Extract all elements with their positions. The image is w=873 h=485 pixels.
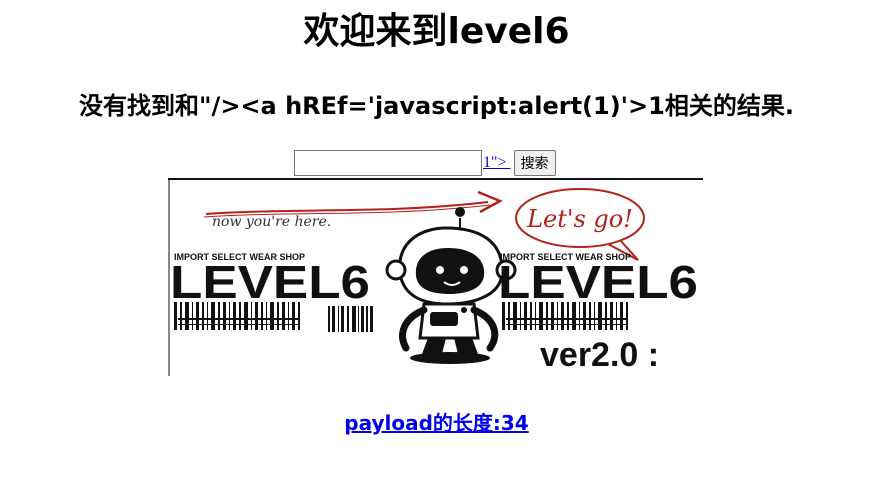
- level6-banner-image: now you're here. Let's go! IMPORT SELECT…: [168, 178, 703, 376]
- brand-right: LEVEL6: [498, 256, 698, 308]
- search-button[interactable]: 搜索: [513, 150, 556, 176]
- brand-left: LEVEL6: [170, 256, 370, 308]
- robot-illustration: [385, 207, 517, 364]
- injected-link[interactable]: 1">: [483, 154, 511, 172]
- bubble-text: Let's go!: [526, 205, 633, 233]
- search-form: 1"> 搜索: [294, 149, 556, 177]
- annotation-text: now you're here.: [212, 214, 331, 230]
- version-text: ver2.0 :: [540, 336, 659, 374]
- barcode-left: [174, 302, 373, 332]
- search-result-message: 没有找到和"/><a hREf='javascript:alert(1)'>1相…: [79, 92, 794, 120]
- page-title: 欢迎来到level6: [303, 11, 570, 52]
- search-input[interactable]: [294, 150, 482, 176]
- payload-length-link[interactable]: payload的长度:34: [0, 408, 873, 438]
